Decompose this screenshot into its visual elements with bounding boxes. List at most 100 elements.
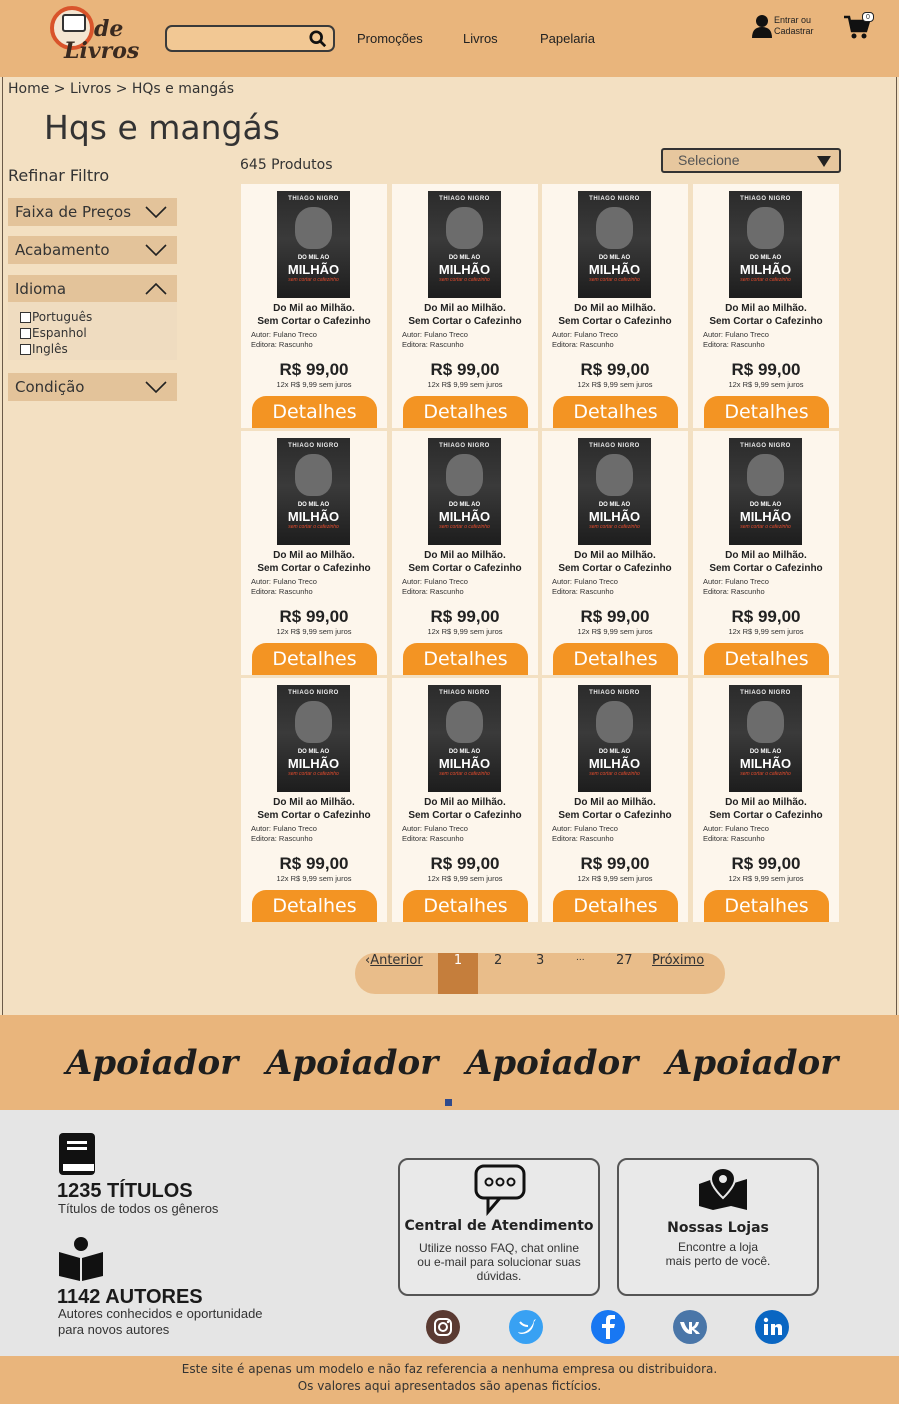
product-card[interactable]: THIAGO NIGRO DO MIL AO MILHÃO sem cortar… xyxy=(542,678,688,922)
nav-link-promocoes[interactable]: Promoções xyxy=(357,31,423,46)
product-title[interactable]: Do Mil ao Milhão. Sem Cortar o Cafezinho xyxy=(542,549,688,575)
cover-title-line2: MILHÃO xyxy=(588,756,641,771)
checkbox[interactable] xyxy=(20,343,31,355)
book-cover-image[interactable]: THIAGO NIGRO DO MIL AO MILHÃO sem cortar… xyxy=(729,191,802,298)
product-card[interactable]: THIAGO NIGRO DO MIL AO MILHÃO sem cortar… xyxy=(542,184,688,428)
sponsor-logo[interactable]: Apoiador xyxy=(666,1043,838,1083)
book-cover-image[interactable]: THIAGO NIGRO DO MIL AO MILHÃO sem cortar… xyxy=(277,191,350,298)
pagination-page-1[interactable]: 1 xyxy=(438,953,478,994)
product-title[interactable]: Do Mil ao Milhão. Sem Cortar o Cafezinho xyxy=(392,549,538,575)
twitter-icon[interactable] xyxy=(509,1310,543,1344)
details-button[interactable]: Detalhes xyxy=(553,396,678,428)
book-cover-image[interactable]: THIAGO NIGRO DO MIL AO MILHÃO sem cortar… xyxy=(277,685,350,792)
details-button[interactable]: Detalhes xyxy=(252,890,377,922)
product-card[interactable]: THIAGO NIGRO DO MIL AO MILHÃO sem cortar… xyxy=(693,431,839,675)
support-card[interactable]: Central de Atendimento Utilize nosso FAQ… xyxy=(398,1158,600,1296)
product-card[interactable]: THIAGO NIGRO DO MIL AO MILHÃO sem cortar… xyxy=(392,678,538,922)
product-card[interactable]: THIAGO NIGRO DO MIL AO MILHÃO sem cortar… xyxy=(241,678,387,922)
sponsor-logo[interactable]: Apoiador xyxy=(466,1043,638,1083)
checkbox[interactable] xyxy=(20,311,31,323)
book-cover-image[interactable]: THIAGO NIGRO DO MIL AO MILHÃO sem cortar… xyxy=(277,438,350,545)
cover-title-line2: MILHÃO xyxy=(438,509,491,524)
product-title-line1: Do Mil ao Milhão. xyxy=(574,550,656,561)
product-author: Autor: Fulano Treco xyxy=(402,577,468,586)
product-author: Autor: Fulano Treco xyxy=(402,330,468,339)
product-card[interactable]: THIAGO NIGRO DO MIL AO MILHÃO sem cortar… xyxy=(241,431,387,675)
login-link[interactable]: Entrar ou Cadastrar xyxy=(752,14,832,40)
filter-price-range[interactable]: Faixa de Preços xyxy=(8,198,177,226)
details-button[interactable]: Detalhes xyxy=(403,643,528,675)
search-box[interactable] xyxy=(165,25,335,52)
stores-card[interactable]: Nossas Lojas Encontre a loja mais perto … xyxy=(617,1158,819,1296)
product-title-line1: Do Mil ao Milhão. xyxy=(424,550,506,561)
pagination-page-3[interactable]: 3 xyxy=(536,953,544,994)
page-title: Hqs e mangás xyxy=(44,108,280,147)
details-button[interactable]: Detalhes xyxy=(252,396,377,428)
pagination-page-2[interactable]: 2 xyxy=(494,953,502,994)
pagination-page-27[interactable]: 27 xyxy=(616,953,633,994)
cart-button[interactable]: 0 xyxy=(844,12,874,40)
details-button[interactable]: Detalhes xyxy=(403,396,528,428)
filter-finish[interactable]: Acabamento xyxy=(8,236,177,264)
book-cover-image[interactable]: THIAGO NIGRO DO MIL AO MILHÃO sem cortar… xyxy=(428,191,501,298)
details-button[interactable]: Detalhes xyxy=(403,890,528,922)
product-card[interactable]: THIAGO NIGRO DO MIL AO MILHÃO sem cortar… xyxy=(241,184,387,428)
product-title[interactable]: Do Mil ao Milhão. Sem Cortar o Cafezinho xyxy=(693,302,839,328)
product-title[interactable]: Do Mil ao Milhão. Sem Cortar o Cafezinho xyxy=(542,302,688,328)
product-card[interactable]: THIAGO NIGRO DO MIL AO MILHÃO sem cortar… xyxy=(392,184,538,428)
details-button[interactable]: Detalhes xyxy=(704,890,829,922)
product-title[interactable]: Do Mil ao Milhão. Sem Cortar o Cafezinho xyxy=(693,549,839,575)
vk-icon[interactable] xyxy=(673,1310,707,1344)
product-title[interactable]: Do Mil ao Milhão. Sem Cortar o Cafezinho xyxy=(241,302,387,328)
product-title-line2: Sem Cortar o Cafezinho xyxy=(558,810,672,821)
facebook-icon[interactable] xyxy=(591,1310,625,1344)
instagram-icon[interactable] xyxy=(426,1310,460,1344)
product-title[interactable]: Do Mil ao Milhão. Sem Cortar o Cafezinho xyxy=(241,796,387,822)
nav-link-livros[interactable]: Livros xyxy=(463,31,498,46)
cover-title-line1: DO MIL AO xyxy=(598,255,631,261)
product-card[interactable]: THIAGO NIGRO DO MIL AO MILHÃO sem cortar… xyxy=(392,431,538,675)
authors-description-line1: Autores conhecidos e oportunidade xyxy=(58,1306,263,1321)
product-card[interactable]: THIAGO NIGRO DO MIL AO MILHÃO sem cortar… xyxy=(542,431,688,675)
carousel-indicator[interactable] xyxy=(445,1099,452,1106)
details-button[interactable]: Detalhes xyxy=(252,643,377,675)
filter-language[interactable]: Idioma xyxy=(8,275,177,303)
breadcrumb[interactable]: Home > Livros > HQs e mangás xyxy=(8,81,234,97)
details-button[interactable]: Detalhes xyxy=(704,396,829,428)
product-title[interactable]: Do Mil ao Milhão. Sem Cortar o Cafezinho xyxy=(542,796,688,822)
product-title[interactable]: Do Mil ao Milhão. Sem Cortar o Cafezinho xyxy=(241,549,387,575)
pagination-prev[interactable]: ‹ Anterior xyxy=(365,953,423,994)
product-card[interactable]: THIAGO NIGRO DO MIL AO MILHÃO sem cortar… xyxy=(693,678,839,922)
site-logo[interactable]: de Livros xyxy=(48,4,139,64)
product-meta: Autor: Fulano Treco Editora: Rascunho xyxy=(402,824,468,843)
sort-select[interactable]: Selecione xyxy=(661,148,841,173)
product-meta: Autor: Fulano Treco Editora: Rascunho xyxy=(703,824,769,843)
book-cover-image[interactable]: THIAGO NIGRO DO MIL AO MILHÃO sem cortar… xyxy=(578,191,651,298)
linkedin-icon[interactable] xyxy=(755,1310,789,1344)
book-cover-image[interactable]: THIAGO NIGRO DO MIL AO MILHÃO sem cortar… xyxy=(729,685,802,792)
sponsor-logo[interactable]: Apoiador xyxy=(266,1043,438,1083)
product-title-line2: Sem Cortar o Cafezinho xyxy=(709,810,823,821)
book-cover-image[interactable]: THIAGO NIGRO DO MIL AO MILHÃO sem cortar… xyxy=(729,438,802,545)
book-cover-image[interactable]: THIAGO NIGRO DO MIL AO MILHÃO sem cortar… xyxy=(578,438,651,545)
checkbox[interactable] xyxy=(20,327,31,339)
product-price: R$ 99,00 xyxy=(731,360,801,379)
product-card[interactable]: THIAGO NIGRO DO MIL AO MILHÃO sem cortar… xyxy=(693,184,839,428)
details-button[interactable]: Detalhes xyxy=(553,890,678,922)
details-button[interactable]: Detalhes xyxy=(704,643,829,675)
language-option-portugues[interactable]: Português xyxy=(20,310,92,324)
language-option-ingles[interactable]: Inglês xyxy=(20,342,68,356)
search-icon[interactable] xyxy=(309,30,327,48)
book-cover-image[interactable]: THIAGO NIGRO DO MIL AO MILHÃO sem cortar… xyxy=(428,438,501,545)
product-title[interactable]: Do Mil ao Milhão. Sem Cortar o Cafezinho xyxy=(392,796,538,822)
language-option-espanhol[interactable]: Espanhol xyxy=(20,326,87,340)
nav-link-papelaria[interactable]: Papelaria xyxy=(540,31,595,46)
pagination-next[interactable]: Próximo › xyxy=(652,953,704,994)
book-cover-image[interactable]: THIAGO NIGRO DO MIL AO MILHÃO sem cortar… xyxy=(428,685,501,792)
product-title[interactable]: Do Mil ao Milhão. Sem Cortar o Cafezinho xyxy=(693,796,839,822)
sponsor-logo[interactable]: Apoiador xyxy=(66,1043,238,1083)
book-cover-image[interactable]: THIAGO NIGRO DO MIL AO MILHÃO sem cortar… xyxy=(578,685,651,792)
filter-condition[interactable]: Condição xyxy=(8,373,177,401)
details-button[interactable]: Detalhes xyxy=(553,643,678,675)
product-title[interactable]: Do Mil ao Milhão. Sem Cortar o Cafezinho xyxy=(392,302,538,328)
